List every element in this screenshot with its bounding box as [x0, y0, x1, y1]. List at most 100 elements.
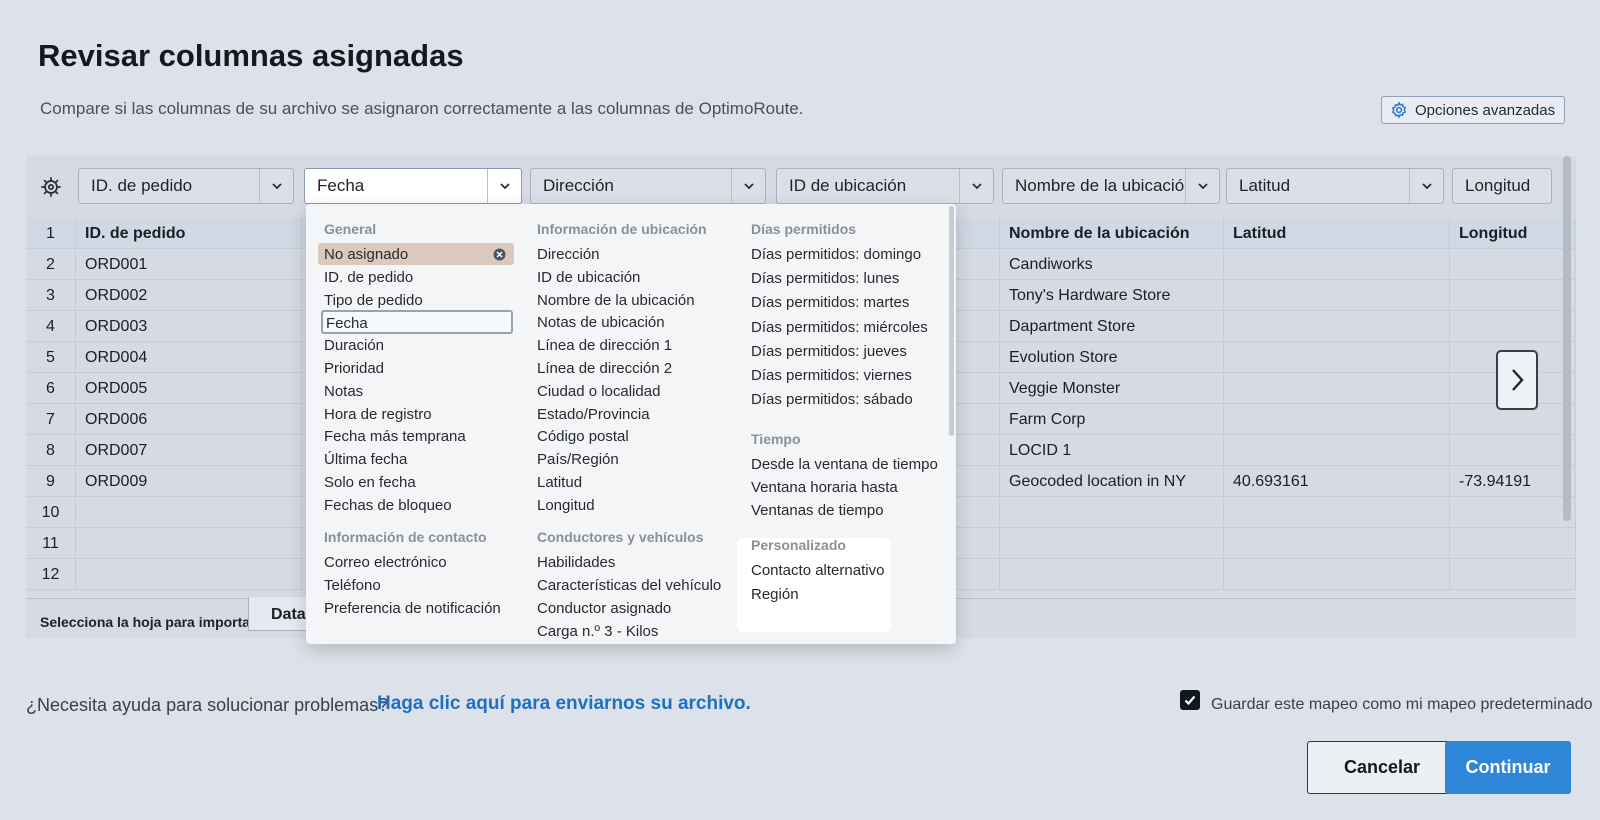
dropdown-option[interactable]: Teléfono — [324, 577, 381, 594]
dropdown-option[interactable]: Características del vehículo — [537, 577, 721, 594]
dropdown-option[interactable]: Días permitidos: miércoles — [751, 319, 928, 336]
dropdown-option[interactable]: Días permitidos: martes — [751, 294, 909, 311]
column-select-1[interactable]: ID. de pedido — [78, 168, 294, 204]
dropdown-scrollbar[interactable] — [949, 206, 954, 436]
row-number: 9 — [26, 466, 76, 497]
dropdown-group-heading-time: Tiempo — [751, 431, 801, 447]
dropdown-option[interactable]: Días permitidos: jueves — [751, 343, 907, 360]
help-link[interactable]: Haga clic aquí para enviarnos su archivo… — [377, 693, 751, 715]
table-cell: 40.693161 — [1224, 466, 1450, 497]
table-cell: ORD005 — [76, 373, 302, 404]
table-cell: ORD004 — [76, 342, 302, 373]
table-cell: LOCID 1 — [1000, 435, 1224, 466]
dropdown-option[interactable]: Prioridad — [324, 360, 384, 377]
continue-button[interactable]: Continuar — [1445, 741, 1571, 794]
column-select-2-value: Fecha — [317, 176, 365, 195]
table-cell: ORD003 — [76, 311, 302, 342]
column-select-3[interactable]: Dirección — [530, 168, 766, 204]
dropdown-option[interactable]: Días permitidos: lunes — [751, 270, 899, 287]
dropdown-option-selected[interactable]: Fecha — [321, 310, 513, 335]
table-cell — [1224, 559, 1450, 590]
dropdown-option[interactable]: Latitud — [537, 474, 582, 491]
row-number: 8 — [26, 435, 76, 466]
scroll-right-button[interactable] — [1496, 350, 1538, 410]
dropdown-option[interactable]: Región — [751, 586, 799, 603]
header-cell: ID. de pedido — [76, 218, 302, 249]
row-number: 12 — [26, 559, 76, 590]
dropdown-group-heading-custom: Personalizado — [751, 537, 846, 553]
corner-cell[interactable] — [26, 156, 76, 218]
dropdown-option[interactable]: Estado/Provincia — [537, 406, 650, 423]
row-number: 4 — [26, 311, 76, 342]
save-default-checkbox[interactable] — [1180, 690, 1200, 710]
dropdown-option[interactable]: Conductor asignado — [537, 600, 671, 617]
row-number: 3 — [26, 280, 76, 311]
column-select-3-value: Dirección — [543, 176, 614, 195]
dropdown-option[interactable]: Notas — [324, 383, 363, 400]
header-cell: Longitud — [1450, 218, 1576, 249]
save-default-label: Guardar este mapeo como mi mapeo predete… — [1211, 696, 1593, 713]
table-cell: Geocoded location in NY — [1000, 466, 1224, 497]
table-cell: -73.94191 — [1450, 466, 1576, 497]
dropdown-option[interactable]: Correo electrónico — [324, 554, 447, 571]
header-cell: Latitud — [1224, 218, 1450, 249]
column-select-4-value: ID de ubicación — [789, 176, 907, 195]
dropdown-option[interactable]: Notas de ubicación — [537, 314, 665, 331]
table-cell — [1000, 559, 1224, 590]
dropdown-option[interactable]: Dirección — [537, 246, 600, 263]
clear-icon[interactable] — [493, 248, 506, 261]
table-cell: Tony's Hardware Store — [1000, 280, 1224, 311]
table-cell — [1224, 528, 1450, 559]
table-cell — [1450, 497, 1576, 528]
dropdown-option[interactable]: Preferencia de notificación — [324, 600, 501, 617]
dropdown-option[interactable]: Nombre de la ubicación — [537, 292, 695, 309]
dropdown-option[interactable]: Hora de registro — [324, 406, 432, 423]
dropdown-option[interactable]: ID. de pedido — [324, 269, 413, 286]
dropdown-option[interactable]: Desde la ventana de tiempo — [751, 456, 938, 473]
gear-icon — [1391, 101, 1407, 119]
table-cell — [1224, 435, 1450, 466]
dropdown-option[interactable]: Duración — [324, 337, 384, 354]
table-cell: Dapartment Store — [1000, 311, 1224, 342]
table-cell: Candiworks — [1000, 249, 1224, 280]
chevron-down-icon — [959, 169, 993, 203]
column-select-7[interactable]: Longitud — [1452, 168, 1552, 204]
dropdown-option[interactable]: Ventana horaria hasta — [751, 479, 898, 496]
table-cell — [1450, 249, 1576, 280]
dropdown-option[interactable]: Días permitidos: domingo — [751, 246, 921, 263]
header-cell: Nombre de la ubicación — [1000, 218, 1224, 249]
page-title: Revisar columnas asignadas — [38, 38, 464, 73]
dropdown-option[interactable]: Habilidades — [537, 554, 615, 571]
cancel-button[interactable]: Cancelar — [1307, 741, 1457, 794]
dropdown-option[interactable]: Días permitidos: sábado — [751, 391, 913, 408]
column-select-2[interactable]: Fecha — [304, 168, 522, 204]
column-select-4[interactable]: ID de ubicación — [776, 168, 994, 204]
dropdown-option[interactable]: Última fecha — [324, 451, 407, 468]
advanced-options-label: Opciones avanzadas — [1415, 101, 1556, 119]
help-text: ¿Necesita ayuda para solucionar problema… — [26, 695, 389, 715]
dropdown-option[interactable]: Ciudad o localidad — [537, 383, 660, 400]
dropdown-option[interactable]: Tipo de pedido — [324, 292, 423, 309]
column-select-5[interactable]: Nombre de la ubicación — [1002, 168, 1220, 204]
dropdown-option[interactable]: Fecha más temprana — [324, 428, 466, 445]
dropdown-option[interactable]: Línea de dirección 2 — [537, 360, 672, 377]
dropdown-option[interactable]: Carga n.º 3 - Kilos — [537, 623, 658, 640]
dropdown-option[interactable]: Fechas de bloqueo — [324, 497, 452, 514]
vertical-scrollbar[interactable] — [1563, 156, 1571, 521]
dropdown-option[interactable]: Línea de dirección 1 — [537, 337, 672, 354]
dropdown-option[interactable]: Contacto alternativo — [751, 562, 884, 579]
dropdown-option[interactable]: Longitud — [537, 497, 595, 514]
dropdown-option[interactable]: Solo en fecha — [324, 474, 416, 491]
column-select-7-value: Longitud — [1465, 176, 1531, 195]
row-number: 6 — [26, 373, 76, 404]
dropdown-option-unassigned[interactable]: No asignado — [318, 243, 514, 265]
advanced-options-button[interactable]: Opciones avanzadas — [1381, 96, 1565, 124]
dropdown-option[interactable]: Ventanas de tiempo — [751, 502, 884, 519]
dropdown-option[interactable]: ID de ubicación — [537, 269, 640, 286]
dropdown-group-heading-drivers: Conductores y vehículos — [537, 529, 704, 545]
dropdown-option[interactable]: Código postal — [537, 428, 629, 445]
mapping-settings-icon — [41, 177, 61, 197]
dropdown-option[interactable]: Días permitidos: viernes — [751, 367, 912, 384]
dropdown-option[interactable]: País/Región — [537, 451, 619, 468]
column-select-6[interactable]: Latitud — [1226, 168, 1444, 204]
